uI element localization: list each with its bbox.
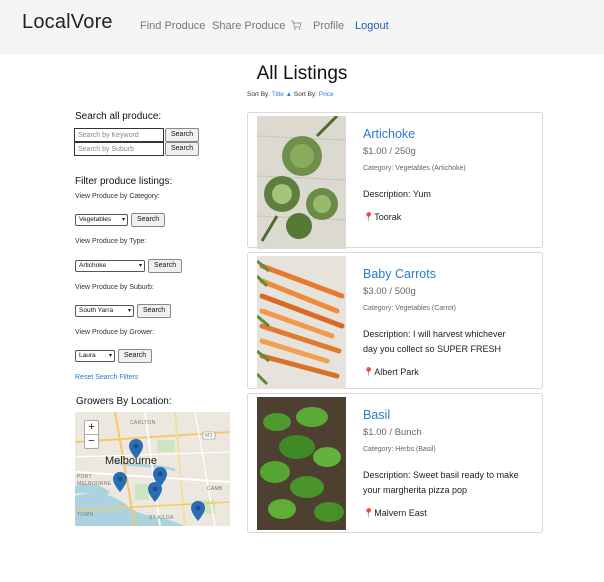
map-label: TOWN — [77, 512, 94, 518]
listing-card[interactable]: Artichoke $1.00 / 250g Category: Vegetab… — [247, 112, 543, 249]
listing-image-baby-carrots[interactable] — [257, 256, 346, 389]
sort-label: Sort By: — [293, 91, 318, 98]
listing-description: Description: Yum — [363, 189, 431, 199]
map-label: MELBOURNE — [77, 481, 112, 487]
zoom-out-button[interactable]: − — [84, 434, 99, 449]
location-pin-icon: 📍 — [363, 508, 375, 518]
listing-price: $3.00 / 500g — [363, 286, 416, 297]
grower-search-button[interactable]: Search — [118, 349, 153, 363]
map-label: ST KILDA — [149, 515, 174, 521]
zoom-in-button[interactable]: + — [84, 420, 99, 435]
nav-find-produce[interactable]: Find Produce — [140, 20, 205, 32]
listing-description: Description: I will harvest whichever da… — [363, 329, 506, 354]
sort-row: Sort By: Title ▲ Sort By: Price — [247, 91, 334, 98]
listing-category: Category: Herbs (Basil) — [363, 446, 436, 453]
listing-location: 📍Albert Park — [363, 367, 419, 377]
filter-grower-label: View Produce by Grower: — [75, 329, 155, 336]
category-search-button[interactable]: Search — [131, 213, 166, 227]
listing-card[interactable]: Basil $1.00 / Bunch Category: Herbs (Bas… — [247, 393, 543, 533]
listing-location: 📍Toorak — [363, 212, 402, 222]
chevron-down-icon: ▾ — [108, 353, 112, 359]
reset-filters-link[interactable]: Reset Search Filters — [75, 374, 138, 381]
category-select[interactable]: Vegetables ▾ — [75, 214, 128, 226]
sort-label: Sort By: — [247, 91, 271, 98]
search-heading: Search all produce: — [75, 111, 162, 122]
keyword-search-button[interactable]: Search — [165, 128, 200, 142]
map-label: CAMB — [207, 486, 223, 492]
brand-logo[interactable]: LocalVore — [22, 11, 113, 34]
chevron-down-icon: ▾ — [127, 308, 131, 314]
listing-description: Description: Sweet basil ready to make y… — [363, 470, 519, 495]
type-search-button[interactable]: Search — [148, 259, 183, 273]
map-label: M3 — [205, 433, 213, 439]
grower-select[interactable]: Laura ▾ — [75, 350, 115, 362]
filter-suburb-label: View Produce by Suburb: — [75, 284, 154, 291]
cart-icon[interactable] — [290, 19, 302, 31]
filter-heading: Filter produce listings: — [75, 176, 173, 187]
type-select[interactable]: Artichoke ▾ — [75, 260, 145, 272]
navbar: LocalVore Find Produce Share Produce Pro… — [0, 0, 604, 54]
listing-title[interactable]: Baby Carrots — [363, 267, 436, 281]
nav-share-produce[interactable]: Share Produce — [212, 20, 285, 32]
listing-location: 📍Malvern East — [363, 508, 427, 518]
chevron-down-icon: ▾ — [121, 217, 125, 223]
suburb-filter-search-button[interactable]: Search — [137, 304, 172, 318]
sort-price-link[interactable]: Price — [319, 91, 334, 98]
nav-logout[interactable]: Logout — [355, 20, 389, 32]
location-pin-icon: 📍 — [363, 212, 375, 222]
page-title: All Listings — [256, 63, 348, 84]
keyword-search-input[interactable]: Search by Keyword — [74, 128, 164, 142]
suburb-search-input[interactable]: Search by Suburb — [74, 142, 164, 156]
listing-image-artichoke[interactable] — [257, 116, 346, 249]
map-heading: Growers By Location: — [76, 396, 172, 407]
suburb-search-button[interactable]: Search — [165, 142, 200, 156]
listing-title[interactable]: Artichoke — [363, 127, 415, 141]
sort-title-link[interactable]: Title ▲ — [272, 91, 292, 98]
map-label: PORT — [77, 474, 92, 480]
nav-profile[interactable]: Profile — [313, 20, 344, 32]
map-pin-icon[interactable] — [148, 482, 162, 502]
suburb-select[interactable]: South Yarra ▾ — [75, 305, 134, 317]
listing-image-basil[interactable] — [257, 397, 346, 530]
listing-category: Category: Vegetables (Carrot) — [363, 305, 456, 312]
filter-type-label: View Produce by Type: — [75, 238, 147, 245]
listing-category: Category: Vegetables (Artichoke) — [363, 165, 466, 172]
location-pin-icon: 📍 — [363, 367, 375, 377]
listing-card[interactable]: Baby Carrots $3.00 / 500g Category: Vege… — [247, 252, 543, 389]
filter-category-label: View Produce by Category: — [75, 193, 160, 200]
listing-title[interactable]: Basil — [363, 408, 390, 422]
listing-price: $1.00 / 250g — [363, 146, 416, 157]
growers-map[interactable]: M3 CARLTON PORT MELBOURNE CAMB TOWN ST K… — [75, 412, 230, 526]
listing-price: $1.00 / Bunch — [363, 427, 422, 438]
map-pin-icon[interactable] — [113, 472, 127, 492]
map-label: CARLTON — [130, 420, 156, 426]
map-pin-icon[interactable] — [191, 501, 205, 521]
chevron-down-icon: ▾ — [138, 263, 142, 269]
map-pin-icon[interactable] — [129, 439, 143, 459]
